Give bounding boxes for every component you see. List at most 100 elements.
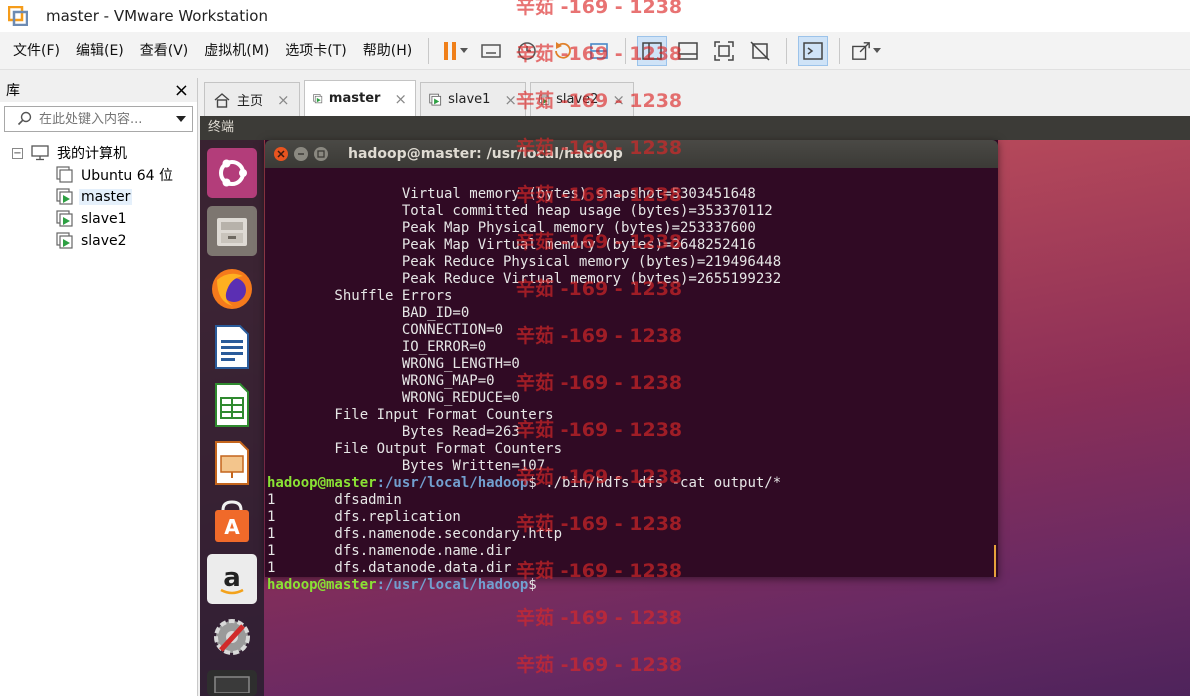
tab-close-icon[interactable]: × bbox=[394, 90, 407, 108]
full-screen-button[interactable] bbox=[709, 36, 739, 66]
minimize-icon bbox=[298, 153, 304, 155]
prompt-line: hadoop@master:/usr/local/hadoop$ ./bin/h… bbox=[267, 475, 996, 492]
guest-app-name: 终端 bbox=[208, 120, 235, 135]
sidebar-icon bbox=[642, 41, 662, 60]
firefox-icon bbox=[212, 269, 252, 309]
launcher-software[interactable]: A bbox=[207, 496, 257, 546]
terminal-line: Peak Map Virtual memory (bytes)=26482524… bbox=[267, 237, 756, 253]
console-view-button[interactable] bbox=[798, 35, 829, 66]
toolbar-separator bbox=[428, 37, 430, 64]
tab-close-icon[interactable]: × bbox=[504, 91, 517, 109]
thumbnail-bar-icon bbox=[678, 41, 698, 60]
terminal-line: BAD_ID=0 bbox=[267, 305, 470, 321]
search-dropdown-icon[interactable] bbox=[176, 116, 186, 122]
output-line: 1 dfs.namenode.name.dir bbox=[267, 543, 512, 559]
menu-help[interactable]: 帮助(H) bbox=[355, 32, 420, 70]
home-icon bbox=[214, 92, 230, 108]
software-center-icon: A bbox=[215, 500, 249, 542]
launcher-amazon[interactable]: a bbox=[207, 554, 257, 604]
maximize-icon bbox=[317, 150, 325, 158]
vm-running-icon bbox=[313, 93, 323, 103]
collapse-icon[interactable]: − bbox=[12, 147, 23, 159]
library-tree: − 我的计算机 Ubuntu 64 位 master slave1 slave2 bbox=[0, 142, 197, 252]
terminal-line: Peak Reduce Physical memory (bytes)=2194… bbox=[267, 254, 782, 270]
terminal-line: WRONG_REDUCE=0 bbox=[267, 390, 520, 406]
toolbar-separator bbox=[839, 37, 841, 64]
stretch-icon bbox=[852, 41, 871, 60]
tab-slave1[interactable]: slave1 × bbox=[420, 82, 526, 116]
send-keys-button[interactable] bbox=[476, 36, 506, 66]
tree-item-slave1[interactable]: slave1 bbox=[0, 208, 197, 230]
tab-bar: 主页 × master × slave1 × slave2 × bbox=[200, 80, 1190, 116]
revert-snapshot-button[interactable] bbox=[548, 36, 578, 66]
ubuntu-launcher: A a bbox=[200, 140, 264, 696]
terminal-output[interactable]: Virtual memory (bytes) snapshot=53034516… bbox=[265, 168, 998, 595]
tree-item-label: slave1 bbox=[81, 211, 127, 227]
files-icon bbox=[217, 218, 247, 246]
vm-off-icon bbox=[56, 166, 73, 183]
terminal-icon bbox=[214, 676, 250, 693]
window-title: master - VMware Workstation bbox=[46, 7, 268, 25]
tree-item-slave2[interactable]: slave2 bbox=[0, 230, 197, 252]
launcher-firefox[interactable] bbox=[207, 264, 257, 314]
menu-vm[interactable]: 虚拟机(M) bbox=[196, 32, 277, 70]
revert-icon bbox=[555, 41, 572, 59]
tab-master[interactable]: master × bbox=[304, 80, 416, 116]
terminal-title-bar[interactable]: hadoop@master: /usr/local/hadoop bbox=[265, 140, 998, 168]
snapshot-button[interactable] bbox=[512, 36, 542, 66]
output-line: 1 dfs.namenode.secondary.http bbox=[267, 526, 563, 542]
tab-label: slave2 bbox=[556, 92, 599, 107]
terminal-line: Virtual memory (bytes) snapshot=53034516… bbox=[267, 186, 756, 202]
unity-icon bbox=[750, 40, 770, 61]
terminal-window[interactable]: hadoop@master: /usr/local/hadoop Virtual… bbox=[265, 140, 998, 593]
terminal-line: WRONG_LENGTH=0 bbox=[267, 356, 520, 372]
pause-button[interactable] bbox=[440, 36, 470, 66]
minimize-window-button[interactable] bbox=[294, 147, 308, 161]
menu-bar: 文件(F) 编辑(E) 查看(V) 虚拟机(M) 选项卡(T) 帮助(H) bbox=[0, 32, 1190, 70]
vm-display[interactable]: 终端 A a hadoop@master: /usr/local/hadoop … bbox=[200, 116, 1190, 696]
launcher-impress[interactable] bbox=[207, 438, 257, 488]
tree-item-my-computer[interactable]: − 我的计算机 bbox=[0, 142, 197, 164]
menu-tabs[interactable]: 选项卡(T) bbox=[277, 32, 354, 70]
prompt-line: hadoop@master:/usr/local/hadoop$ bbox=[267, 577, 996, 594]
menu-view[interactable]: 查看(V) bbox=[132, 32, 197, 70]
terminal-line: Bytes Written=107 bbox=[267, 458, 546, 474]
launcher-files[interactable] bbox=[207, 206, 257, 256]
svg-text:a: a bbox=[223, 563, 241, 593]
launcher-dash[interactable] bbox=[207, 148, 257, 198]
launcher-terminal[interactable] bbox=[207, 670, 257, 696]
menu-edit[interactable]: 编辑(E) bbox=[68, 32, 132, 70]
stretch-guest-button[interactable] bbox=[851, 36, 882, 66]
tree-item-master[interactable]: master bbox=[0, 186, 197, 208]
system-settings-icon bbox=[214, 619, 250, 655]
maximize-window-button[interactable] bbox=[314, 147, 328, 161]
tab-home[interactable]: 主页 × bbox=[204, 82, 300, 116]
launcher-settings[interactable] bbox=[207, 612, 257, 662]
library-close-button[interactable]: × bbox=[174, 80, 189, 101]
tab-slave2[interactable]: slave2 × bbox=[530, 82, 634, 116]
close-window-button[interactable] bbox=[274, 147, 288, 161]
unity-button[interactable] bbox=[745, 36, 775, 66]
tab-close-icon[interactable]: × bbox=[277, 91, 290, 109]
amazon-icon: a bbox=[220, 563, 244, 595]
launcher-writer[interactable] bbox=[207, 322, 257, 372]
launcher-calc[interactable] bbox=[207, 380, 257, 430]
thumbnail-view-button[interactable] bbox=[673, 36, 703, 66]
terminal-line: WRONG_MAP=0 bbox=[267, 373, 495, 389]
snapshot-manager-icon bbox=[590, 42, 609, 59]
library-view-button[interactable] bbox=[637, 35, 668, 66]
tab-label: slave1 bbox=[448, 92, 491, 107]
output-line: 1 dfs.replication bbox=[267, 509, 461, 525]
guest-top-panel: 终端 bbox=[200, 116, 1190, 140]
terminal-scroll-marker bbox=[994, 545, 996, 577]
svg-text:A: A bbox=[224, 515, 240, 539]
snapshot-manager-button[interactable] bbox=[584, 36, 614, 66]
menu-file[interactable]: 文件(F) bbox=[5, 32, 68, 70]
vm-running-icon bbox=[539, 94, 550, 105]
tab-close-icon[interactable]: × bbox=[612, 91, 625, 109]
prompt-user: hadoop@master bbox=[267, 577, 377, 593]
library-search-box[interactable] bbox=[4, 106, 193, 132]
tree-item-ubuntu[interactable]: Ubuntu 64 位 bbox=[0, 164, 197, 186]
impress-icon bbox=[215, 441, 249, 485]
library-search-input[interactable] bbox=[39, 111, 169, 127]
